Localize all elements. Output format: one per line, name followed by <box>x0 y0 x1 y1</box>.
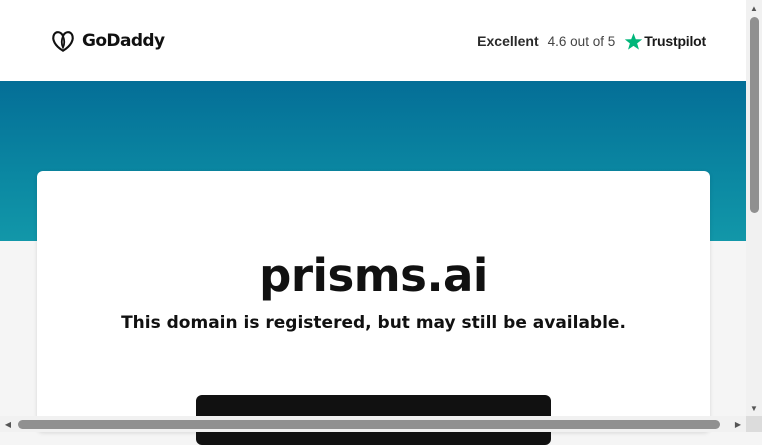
logo-wordmark: GoDaddy <box>82 31 165 51</box>
vertical-scrollbar[interactable]: ▲ ▼ <box>746 0 762 416</box>
vertical-scroll-thumb[interactable] <box>750 17 759 213</box>
scroll-left-icon[interactable]: ◀ <box>0 416 16 432</box>
rating-word: Excellent <box>477 33 539 49</box>
domain-status-text: This domain is registered, but may still… <box>121 313 626 333</box>
trustpilot-brand: Trustpilot <box>644 33 706 49</box>
godaddy-logo[interactable]: GoDaddy <box>50 27 165 55</box>
horizontal-scroll-thumb[interactable] <box>18 420 720 429</box>
site-header: GoDaddy Excellent 4.6 out of 5 Trustpilo… <box>0 0 746 81</box>
horizontal-scrollbar[interactable]: ◀ ▶ <box>0 416 746 432</box>
trustpilot-rating[interactable]: Excellent 4.6 out of 5 Trustpilot <box>477 29 706 53</box>
scroll-down-icon[interactable]: ▼ <box>746 400 762 416</box>
domain-card: prisms.ai This domain is registered, but… <box>37 171 710 445</box>
godaddy-logo-icon <box>52 31 74 52</box>
scroll-right-icon[interactable]: ▶ <box>730 416 746 432</box>
star-icon <box>625 32 643 50</box>
scrollbar-corner <box>746 416 762 432</box>
rating-score: 4.6 out of 5 <box>547 33 616 49</box>
domain-name: prisms.ai <box>259 249 488 302</box>
scroll-up-icon[interactable]: ▲ <box>746 0 762 16</box>
